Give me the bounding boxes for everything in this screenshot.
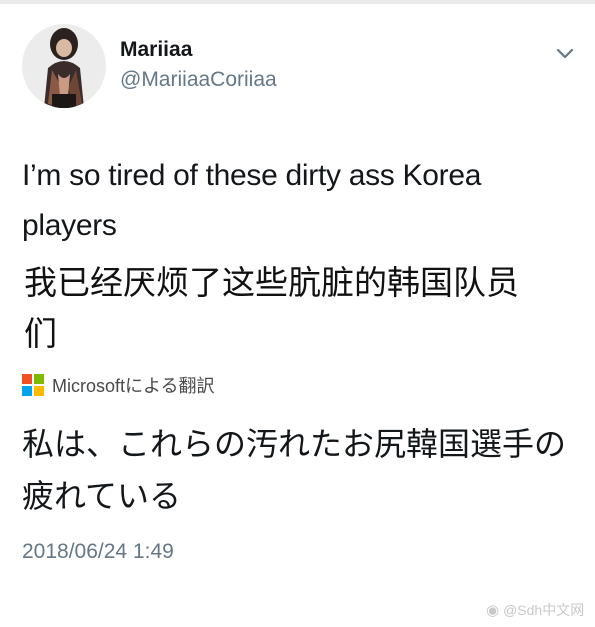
japanese-translation: 私は、これらの汚れたお尻韓国選手の疲れている: [22, 426, 567, 514]
microsoft-logo-icon: [22, 374, 44, 396]
watermark: ◉ @Sdh中文网: [486, 600, 584, 620]
top-divider: [0, 0, 595, 4]
chinese-translation: 我已经厌烦了这些肮脏的韩国队员们: [24, 263, 519, 353]
translated-by-row: Microsoftによる翻訳: [22, 372, 214, 398]
chevron-down-icon[interactable]: [552, 40, 578, 66]
watermark-text: @Sdh中文网: [503, 602, 585, 618]
weibo-icon: ◉: [486, 602, 500, 619]
translated-by-label: Microsoftによる翻訳: [52, 376, 215, 396]
avatar[interactable]: [22, 24, 106, 108]
tweet-text: I’m so tired of these dirty ass Korea pl…: [22, 159, 482, 242]
display-name[interactable]: Mariiaa: [120, 38, 192, 62]
avatar-image: [22, 24, 106, 108]
user-handle[interactable]: @MariiaaCoriiaa: [120, 68, 277, 92]
tweet-timestamp[interactable]: 2018/06/24 1:49: [22, 540, 174, 564]
